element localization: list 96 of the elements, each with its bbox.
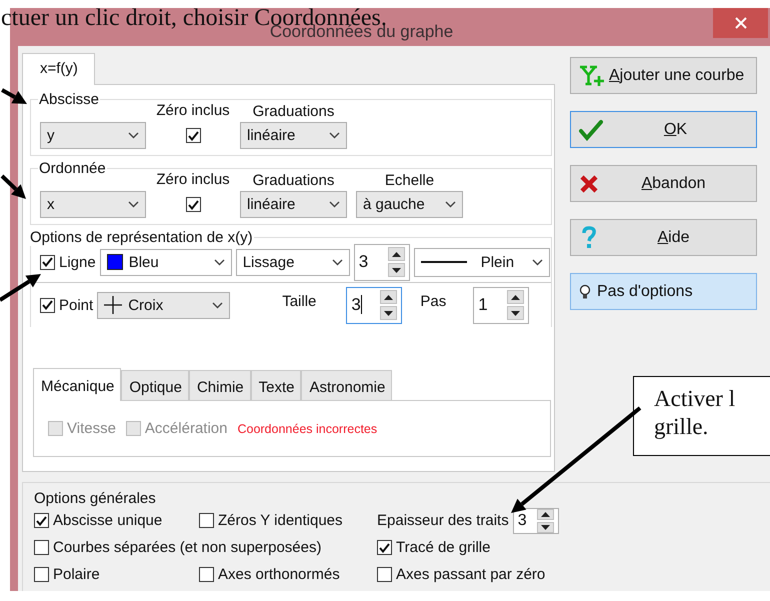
field-label: Graduations bbox=[252, 103, 334, 122]
error-message: Coordonnées incorrectes bbox=[237, 422, 378, 436]
symbol-dropdown[interactable]: Croix bbox=[97, 292, 230, 318]
field-label: Pas bbox=[420, 292, 446, 312]
line-style-dropdown[interactable]: Plein bbox=[414, 248, 550, 276]
tab[interactable]: x=f(y) bbox=[22, 53, 95, 85]
down-triangle-icon bbox=[511, 310, 520, 316]
down-triangle-icon bbox=[392, 268, 401, 272]
group-title: Ordonnée bbox=[38, 160, 107, 177]
up-triangle-icon bbox=[392, 252, 401, 256]
checkbox[interactable] bbox=[377, 540, 392, 555]
checkbox[interactable] bbox=[34, 567, 49, 582]
field-label: Taille bbox=[282, 292, 316, 312]
checkbox-label[interactable]: Ligne bbox=[59, 254, 96, 270]
spin-up-button[interactable] bbox=[507, 290, 524, 304]
tab[interactable]: Mécanique bbox=[33, 368, 122, 401]
arrow bbox=[0, 174, 26, 199]
variable-dropdown[interactable]: y bbox=[40, 122, 146, 149]
up-triangle-icon bbox=[384, 294, 394, 300]
chevron-icon bbox=[214, 258, 225, 266]
spin-box[interactable]: 3 bbox=[346, 286, 402, 324]
chevron-icon bbox=[532, 258, 543, 266]
graduations-dropdown[interactable]: linéaire bbox=[240, 122, 347, 149]
spin-down-button[interactable] bbox=[388, 263, 405, 277]
spin-up-button[interactable] bbox=[388, 247, 405, 261]
spin-box[interactable]: 3 bbox=[512, 508, 559, 534]
field-label: Zéro inclus bbox=[156, 171, 230, 190]
button[interactable]: Pas d'options bbox=[570, 273, 757, 310]
tab[interactable]: Astronomie bbox=[301, 370, 392, 400]
spin-down-button[interactable] bbox=[507, 306, 524, 320]
down-triangle-icon bbox=[540, 524, 550, 530]
lightbulb-icon bbox=[579, 284, 591, 299]
checkbox[interactable] bbox=[377, 567, 392, 582]
tab[interactable]: Texte bbox=[250, 370, 302, 400]
tab[interactable]: Optique bbox=[121, 370, 189, 400]
cross-icon bbox=[104, 296, 122, 314]
checkbox-label[interactable]: Abscisse unique bbox=[53, 512, 162, 529]
checkbox[interactable] bbox=[199, 513, 214, 528]
checkbox[interactable] bbox=[186, 197, 200, 212]
spin-up-button[interactable] bbox=[380, 290, 398, 304]
cross-mark-icon bbox=[579, 174, 599, 194]
up-triangle-icon bbox=[540, 512, 550, 516]
checkbox-label[interactable]: Zéros Y identiques bbox=[218, 512, 343, 529]
spin-up-button[interactable] bbox=[536, 508, 554, 520]
field-label: Graduations bbox=[252, 172, 334, 191]
group-title: Options générales bbox=[34, 490, 157, 507]
group-title: Abscisse bbox=[38, 91, 100, 108]
button[interactable]: Ajouter une courbe bbox=[570, 57, 757, 94]
close-icon bbox=[734, 16, 748, 30]
scale-dropdown[interactable]: à gauche bbox=[356, 191, 463, 218]
callout-text: grille. bbox=[654, 413, 710, 441]
spin-down-button[interactable] bbox=[536, 522, 554, 532]
checkbox[interactable] bbox=[34, 540, 49, 555]
chevron-icon bbox=[332, 258, 343, 266]
checkbox-label[interactable]: Polaire bbox=[53, 566, 100, 583]
graduations-dropdown[interactable]: linéaire bbox=[240, 191, 347, 218]
checkbox-label[interactable]: Tracé de grille bbox=[396, 539, 490, 556]
y-plus-icon bbox=[579, 64, 605, 86]
chevron-icon bbox=[128, 201, 139, 208]
spin-box[interactable]: 1 bbox=[473, 286, 530, 324]
checkmark-icon bbox=[579, 118, 603, 140]
color-dropdown[interactable]: Bleu bbox=[100, 248, 232, 276]
button[interactable]: OK bbox=[570, 111, 757, 148]
checkbox-label[interactable]: Axes passant par zéro bbox=[396, 566, 546, 583]
chevron-icon bbox=[329, 201, 340, 208]
field-label: Echelle bbox=[384, 172, 434, 191]
variable-dropdown[interactable]: x bbox=[40, 191, 146, 218]
spin-box[interactable]: 3 bbox=[354, 244, 410, 280]
smoothing-dropdown[interactable]: Lissage bbox=[236, 248, 350, 276]
checkbox[interactable] bbox=[199, 567, 214, 582]
checkbox[interactable] bbox=[40, 254, 55, 270]
up-triangle-icon bbox=[511, 294, 520, 300]
button[interactable]: Aide bbox=[570, 219, 757, 256]
arrow bbox=[1, 88, 27, 104]
field-label: Zéro inclus bbox=[156, 102, 230, 121]
checkbox[interactable] bbox=[186, 128, 200, 143]
color-swatch-icon bbox=[106, 254, 123, 270]
close-button[interactable] bbox=[713, 8, 768, 38]
group-title: Options de représentation de x(y) bbox=[29, 229, 254, 246]
checkbox-label[interactable]: Axes orthonormés bbox=[218, 566, 340, 583]
arrow bbox=[0, 274, 41, 302]
chevron-icon bbox=[329, 132, 340, 139]
field-label: Epaisseur des traits bbox=[377, 512, 509, 529]
line-sample-icon bbox=[420, 260, 467, 264]
checkbox[interactable] bbox=[40, 298, 55, 312]
chevron-icon bbox=[445, 201, 456, 208]
callout-text: Activer l bbox=[654, 385, 736, 413]
checkbox-label[interactable]: Point bbox=[59, 296, 94, 314]
down-triangle-icon bbox=[384, 310, 394, 316]
chevron-icon bbox=[128, 132, 139, 139]
checkbox-label[interactable]: Courbes séparées (et non superposées) bbox=[53, 539, 322, 556]
checkbox[interactable] bbox=[34, 513, 49, 528]
spin-down-button[interactable] bbox=[380, 306, 398, 320]
chevron-icon bbox=[212, 302, 224, 308]
tab[interactable]: Chimie bbox=[188, 370, 251, 400]
button[interactable]: Abandon bbox=[570, 165, 757, 202]
